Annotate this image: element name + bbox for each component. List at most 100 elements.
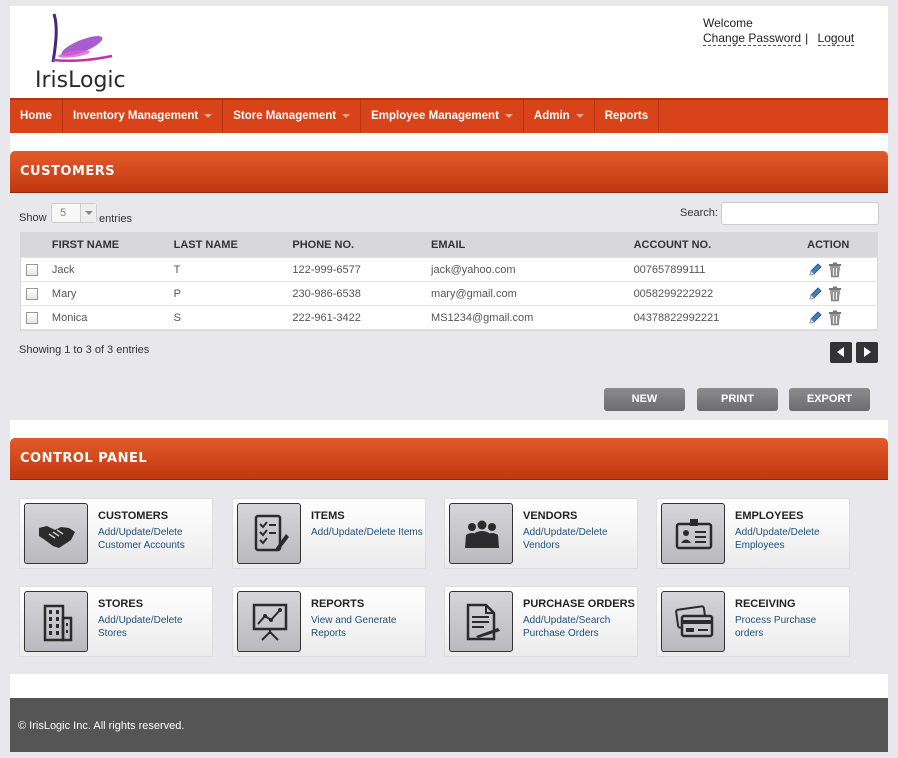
tile-title: STORES (98, 598, 144, 610)
cell-last-name: P (173, 288, 181, 300)
prev-page-button[interactable] (830, 342, 852, 363)
table-row: Monica S 222-961-3422 MS1234@gmail.com 0… (21, 306, 877, 330)
header-checkbox-cell (21, 233, 52, 257)
tile-description: Process Purchase orders (735, 615, 817, 639)
tile-icon-box (449, 591, 513, 652)
tile-icon-box (24, 503, 88, 564)
tile-icon-box (24, 591, 88, 652)
cell-account: 007657899111 (633, 264, 706, 276)
row-checkbox[interactable] (26, 288, 38, 300)
tile-icon-box (449, 503, 513, 564)
col-action: ACTION (807, 239, 850, 251)
edit-pencil-icon[interactable] (807, 310, 823, 326)
document-pen-icon (466, 603, 500, 641)
logout-link[interactable]: Logout (817, 31, 855, 46)
cell-phone: 122-999-6577 (292, 264, 361, 276)
iris-logo-icon (51, 13, 113, 63)
main-nav: Home Inventory Management Store Manageme… (10, 98, 888, 133)
tile-title: CUSTOMERS (98, 510, 169, 522)
tile-description: Add/Update/Delete Vendors (523, 527, 608, 551)
tile-title: ITEMS (311, 510, 345, 522)
footer: © IrisLogic Inc. All rights reserved. (10, 698, 888, 752)
col-first-name[interactable]: FIRST NAME (52, 233, 174, 257)
show-label: Show (19, 212, 47, 224)
edit-pencil-icon[interactable] (807, 262, 823, 278)
table-header: FIRST NAME LAST NAME PHONE NO. EMAIL ACC… (21, 233, 877, 258)
nav-label: Reports (604, 110, 649, 122)
row-checkbox[interactable] (26, 312, 38, 324)
nav-inventory-management[interactable]: Inventory Management (63, 100, 224, 133)
control-panel-title: CONTROL PANEL (10, 438, 888, 480)
handshake-icon (39, 526, 75, 548)
nav-label: Admin (533, 110, 570, 122)
table-row: Jack T 122-999-6577 jack@yahoo.com 00765… (21, 258, 877, 282)
nav-home[interactable]: Home (10, 100, 63, 133)
tile-description: Add/Update/Delete Items (311, 527, 423, 538)
tile-description: Add/Update/Search Purchase Orders (523, 615, 611, 639)
tile-icon-box (237, 591, 301, 652)
cell-email: MS1234@gmail.com (431, 312, 534, 324)
tile-icon-box (237, 503, 301, 564)
nav-employee-management[interactable]: Employee Management (361, 100, 524, 133)
tile-receiving[interactable]: RECEIVING Process Purchase orders (656, 586, 850, 657)
tile-reports[interactable]: REPORTS View and Generate Reports (232, 586, 426, 657)
cell-first-name: Jack (51, 264, 75, 276)
tile-title: EMPLOYEES (735, 510, 804, 522)
nav-label: Inventory Management (72, 110, 199, 122)
page-length-value: 5 (60, 207, 67, 219)
col-account[interactable]: ACCOUNT NO. (634, 233, 808, 257)
tile-purchase-orders[interactable]: PURCHASE ORDERS Add/Update/Search Purcha… (444, 586, 638, 657)
col-phone[interactable]: PHONE NO. (292, 233, 431, 257)
change-password-link[interactable]: Change Password (703, 31, 802, 46)
building-icon (43, 604, 73, 642)
row-checkbox[interactable] (26, 264, 38, 276)
print-button[interactable]: PRINT (697, 388, 778, 411)
tile-icon-box (661, 591, 725, 652)
tile-customers[interactable]: CUSTOMERS Add/Update/Delete Customer Acc… (19, 498, 213, 569)
export-button[interactable]: EXPORT (789, 388, 870, 411)
brand-name: IrisLogic (35, 68, 126, 93)
nav-admin[interactable]: Admin (524, 100, 595, 133)
delete-trash-icon[interactable] (828, 286, 842, 302)
tile-icon-box (661, 503, 725, 564)
chevron-down-icon (342, 113, 351, 118)
tile-stores[interactable]: STORES Add/Update/Delete Stores (19, 586, 213, 657)
chevron-down-icon (504, 113, 513, 118)
delete-trash-icon[interactable] (828, 310, 842, 326)
tile-description: Add/Update/Delete Stores (98, 615, 183, 639)
cell-phone: 230-986-6538 (292, 288, 361, 300)
chevron-down-icon (575, 113, 584, 118)
search-input[interactable] (721, 202, 879, 225)
table-info: Showing 1 to 3 of 3 entries (19, 344, 150, 356)
col-email[interactable]: EMAIL (431, 233, 634, 257)
tile-description: Add/Update/Delete Employees (735, 527, 820, 551)
link-separator: | (805, 31, 809, 45)
copyright-text: © IrisLogic Inc. All rights reserved. (18, 720, 185, 732)
edit-pencil-icon[interactable] (807, 286, 823, 302)
tile-items[interactable]: ITEMS Add/Update/Delete Items (232, 498, 426, 569)
tile-vendors[interactable]: VENDORS Add/Update/Delete Vendors (444, 498, 638, 569)
nav-reports[interactable]: Reports (595, 100, 660, 133)
delete-trash-icon[interactable] (828, 262, 842, 278)
chevron-down-icon (80, 204, 96, 222)
cell-account: 04378822992221 (633, 312, 720, 324)
user-box: Welcome Change Password | Logout (703, 16, 855, 46)
nav-label: Employee Management (371, 110, 499, 122)
tile-description: Add/Update/Delete Customer Accounts (98, 527, 185, 551)
cell-phone: 222-961-3422 (292, 312, 361, 324)
customers-table: FIRST NAME LAST NAME PHONE NO. EMAIL ACC… (20, 232, 878, 331)
tile-employees[interactable]: EMPLOYEES Add/Update/Delete Employees (656, 498, 850, 569)
welcome-text: Welcome (703, 16, 753, 30)
nav-store-management[interactable]: Store Management (223, 100, 362, 133)
next-page-button[interactable] (856, 342, 878, 363)
new-button[interactable]: NEW (604, 388, 685, 411)
page-length-select[interactable]: 5 (51, 203, 97, 223)
chart-easel-icon (252, 603, 288, 641)
col-last-name[interactable]: LAST NAME (174, 233, 293, 257)
tile-description: View and Generate Reports (311, 615, 397, 639)
id-badge-icon (675, 519, 713, 550)
cell-email: jack@yahoo.com (431, 264, 516, 276)
customers-panel-title: CUSTOMERS (10, 151, 888, 193)
tile-title: REPORTS (311, 598, 365, 610)
checklist-icon (254, 514, 289, 552)
